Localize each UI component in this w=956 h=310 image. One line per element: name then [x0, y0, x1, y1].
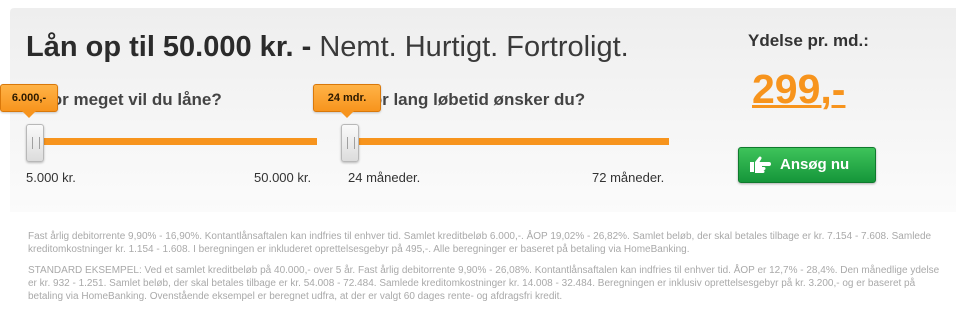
apply-button-label: Ansøg nu [780, 156, 850, 173]
term-question: Hvor lang løbetid ønsker du? [350, 90, 586, 109]
monthly-payment-value: 299,- [752, 66, 846, 112]
amount-max-label: 50.000 kr. [254, 170, 312, 185]
amount-value-bubble: 6.000,- [0, 84, 58, 118]
page-title: Lån op til 50.000 kr. - Nemt. Hurtigt. F… [26, 30, 629, 64]
amount-question: Hvor meget vil du låne? [30, 90, 222, 109]
pointing-hand-icon [750, 156, 771, 173]
headline-tagline: Nemt. Hurtigt. Fortroligt. [319, 31, 629, 63]
amount-min-label: 5.000 kr. [26, 170, 76, 185]
amount-slider-handle[interactable] [26, 124, 44, 162]
term-slider-track[interactable] [346, 138, 669, 145]
term-value-bubble: 24 mdr. [313, 84, 381, 118]
term-slider-handle[interactable] [341, 124, 359, 162]
standard-example-text: STANDARD EKSEMPEL: Ved et samlet kreditb… [28, 265, 940, 302]
term-max-label: 72 måneder. [592, 170, 665, 185]
apply-now-button[interactable]: Ansøg nu [738, 147, 876, 183]
grip-icon [347, 137, 355, 149]
disclaimer-text: Fast årlig debitorrente 9,90% - 16,90%. … [28, 231, 932, 255]
term-min-label: 24 måneder. [348, 170, 421, 185]
headline-bold: Lån op til 50.000 kr. - [26, 31, 312, 63]
monthly-payment-label: Ydelse pr. md.: [748, 31, 869, 50]
amount-slider-track[interactable] [26, 138, 317, 145]
grip-icon [32, 137, 40, 149]
